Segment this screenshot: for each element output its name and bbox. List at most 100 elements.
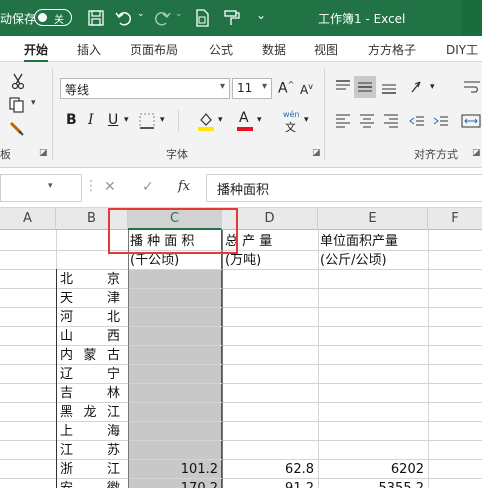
align-top-icon[interactable]: [334, 78, 352, 96]
font-size-dropdown-icon[interactable]: ▾: [262, 81, 267, 92]
cancel-icon[interactable]: ✕: [104, 179, 116, 195]
province-cell[interactable]: 江苏: [60, 441, 120, 460]
province-cell[interactable]: 天津: [60, 289, 120, 308]
data-cell-c-zhejiang[interactable]: 101.2: [129, 460, 221, 479]
insert-function-icon[interactable]: fx: [178, 179, 190, 194]
align-middle-button[interactable]: [354, 76, 376, 98]
undo-icon[interactable]: [114, 8, 134, 28]
tab-diy[interactable]: DIY工: [446, 41, 478, 58]
font-color-dropdown-icon[interactable]: ▾: [257, 115, 262, 125]
tab-home[interactable]: 开始: [24, 41, 49, 62]
autosave-toggle[interactable]: 关: [34, 9, 72, 26]
undo-dropdown-icon[interactable]: ⌄: [137, 9, 145, 19]
save-icon[interactable]: [86, 8, 106, 28]
province-cell[interactable]: 辽宁: [60, 365, 120, 384]
alignment-launcher-icon[interactable]: ◪: [472, 148, 481, 158]
data-cell-d-anhui[interactable]: 91.2: [223, 479, 317, 488]
align-right-icon[interactable]: [382, 112, 400, 130]
title-bar: 动保存 关 ⌄ ⌄ ⌄ 工作簿1 - Excel: [0, 0, 482, 36]
name-box[interactable]: [0, 174, 82, 202]
province-cell[interactable]: 河北: [60, 308, 120, 327]
data-cell-d-zhejiang[interactable]: 62.8: [223, 460, 317, 479]
column-header-e[interactable]: E: [318, 208, 428, 230]
tab-formulas[interactable]: 公式: [209, 41, 233, 58]
header-cell-d2[interactable]: (万吨): [225, 251, 317, 270]
formula-input[interactable]: 播种面积: [206, 174, 482, 202]
header-cell-e2[interactable]: (公斤/公顷): [320, 251, 426, 270]
data-cell-e-zhejiang[interactable]: 6202: [319, 460, 427, 479]
font-launcher-icon[interactable]: ◪: [312, 148, 321, 158]
window-title: 工作簿1 - Excel: [318, 12, 406, 26]
customize-qat-icon[interactable]: ⌄: [256, 8, 266, 22]
tab-insert[interactable]: 插入: [77, 41, 101, 58]
province-cell[interactable]: 吉林: [60, 384, 120, 403]
header-cell-d1[interactable]: 总 产 量: [225, 232, 317, 251]
borders-icon[interactable]: [138, 112, 156, 130]
align-left-icon[interactable]: [334, 112, 352, 130]
format-painter-icon[interactable]: [8, 120, 26, 138]
data-cell-e-anhui[interactable]: 5355.2: [319, 479, 427, 488]
italic-button[interactable]: I: [88, 112, 94, 128]
grow-font-button[interactable]: A^: [278, 80, 294, 97]
name-box-dropdown-icon[interactable]: ▾: [48, 181, 53, 191]
bold-button[interactable]: B: [66, 112, 77, 128]
header-cell-e1[interactable]: 单位面积产量: [320, 232, 426, 251]
province-cell[interactable]: 黑龙江: [60, 403, 120, 422]
shrink-font-button[interactable]: Av: [300, 82, 313, 97]
tab-fangfang[interactable]: 方方格子: [368, 41, 416, 58]
font-name-box[interactable]: 等线 ▾: [60, 78, 230, 99]
province-cell[interactable]: 北京: [60, 270, 120, 289]
increase-indent-icon[interactable]: [432, 112, 450, 130]
tab-page-layout[interactable]: 页面布局: [130, 41, 178, 58]
province-cell[interactable]: 安徽: [60, 479, 120, 488]
borders-dropdown-icon[interactable]: ▾: [160, 115, 165, 125]
toggle-knob: [38, 13, 47, 22]
alignment-group-label: 对齐方式: [414, 148, 458, 161]
orientation-dropdown-icon[interactable]: ▾: [430, 82, 435, 92]
fill-color-dropdown-icon[interactable]: ▾: [218, 115, 223, 125]
copy-dropdown-icon[interactable]: ▾: [31, 98, 36, 108]
formula-content: 播种面积: [217, 183, 270, 198]
underline-button[interactable]: U: [108, 112, 118, 128]
phonetic-dropdown-icon[interactable]: ▾: [304, 115, 309, 125]
ribbon: ▾ 板 ◪ 等线 ▾ 11 ▾ A^ Av B I U ▾ ▾ ▾ A ▾ wé…: [0, 62, 482, 168]
align-center-icon[interactable]: [358, 112, 376, 130]
province-cell[interactable]: 山西: [60, 327, 120, 346]
font-name-dropdown-icon[interactable]: ▾: [220, 81, 225, 92]
tab-data[interactable]: 数据: [262, 41, 286, 58]
column-header-a[interactable]: A: [0, 208, 56, 230]
font-size-box[interactable]: 11 ▾: [232, 78, 272, 99]
column-header-f[interactable]: F: [428, 208, 482, 230]
province-cell[interactable]: 浙江: [60, 460, 120, 479]
fill-color-icon[interactable]: [196, 110, 216, 132]
province-cell[interactable]: 上海: [60, 422, 120, 441]
font-size-value: 11: [237, 81, 253, 95]
redo-dropdown-icon[interactable]: ⌄: [175, 9, 183, 19]
align-bottom-icon[interactable]: [380, 78, 398, 96]
font-group-label: 字体: [166, 148, 188, 161]
tab-view[interactable]: 视图: [314, 41, 338, 58]
data-cell-c-anhui[interactable]: 170.2: [129, 479, 221, 488]
font-color-button[interactable]: A: [236, 110, 254, 132]
document-icon[interactable]: [192, 8, 212, 28]
merge-center-icon[interactable]: [460, 112, 482, 130]
orientation-icon[interactable]: [408, 78, 426, 96]
selected-column-fill: [128, 270, 222, 488]
redo-icon[interactable]: [152, 8, 172, 28]
underline-dropdown-icon[interactable]: ▾: [124, 115, 129, 125]
font-name-value: 等线: [65, 83, 90, 97]
toggle-state: 关: [54, 15, 64, 26]
cut-icon[interactable]: [10, 72, 26, 90]
province-cell[interactable]: 内蒙古: [60, 346, 120, 365]
worksheet-grid[interactable]: A B C D E F 播 种 面 积 总 产 量 单位面积产量 (千公顷) (…: [0, 208, 482, 488]
format-painter-qat-icon[interactable]: [222, 8, 242, 28]
enter-icon[interactable]: ✓: [142, 179, 154, 195]
wrap-text-icon[interactable]: [462, 78, 482, 96]
decrease-indent-icon[interactable]: [408, 112, 426, 130]
account-area[interactable]: [462, 0, 482, 36]
copy-icon[interactable]: [8, 96, 26, 114]
font-color-letter: A: [239, 110, 249, 126]
clipboard-launcher-icon[interactable]: ◪: [39, 148, 48, 158]
formula-bar: ▾ ⋮ ✕ ✓ fx 播种面积: [0, 168, 482, 208]
phonetic-button[interactable]: wén 文: [282, 110, 302, 134]
